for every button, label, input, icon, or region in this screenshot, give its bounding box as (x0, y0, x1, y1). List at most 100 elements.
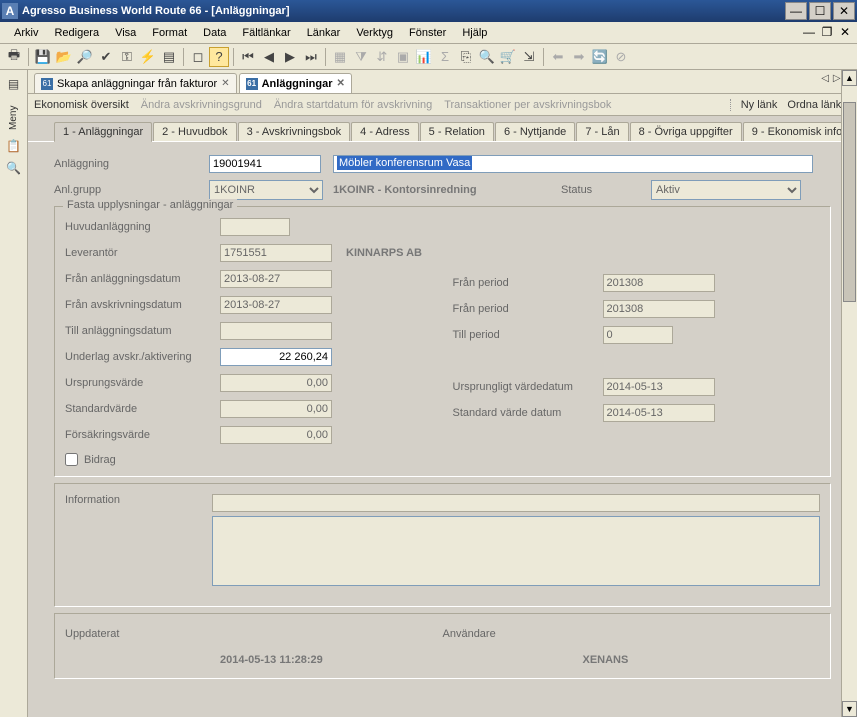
print-icon[interactable]: 🖶 (4, 47, 24, 67)
tab-left-icon[interactable]: ◁ (821, 73, 829, 84)
status-select[interactable]: Aktiv (651, 180, 801, 200)
next-icon[interactable]: ▶ (280, 47, 300, 67)
standard-input[interactable] (220, 400, 332, 418)
tab-huvudbok[interactable]: 2 - Huvudbok (153, 122, 236, 141)
check-icon[interactable]: ✔ (96, 47, 116, 67)
leverantor-input[interactable] (220, 244, 332, 262)
link-ny-lank[interactable]: Ny länk (741, 99, 778, 111)
menu-redigera[interactable]: Redigera (46, 24, 107, 42)
tab-nyttjande[interactable]: 6 - Nyttjande (495, 122, 575, 141)
child-restore-button[interactable]: ❐ (819, 24, 835, 40)
fran-avskr-label: Från avskrivningsdatum (65, 299, 220, 311)
dock-search-icon[interactable]: 🔍 (4, 158, 24, 178)
menu-format[interactable]: Format (144, 24, 195, 42)
cart-icon[interactable]: 🛒 (498, 47, 518, 67)
stop-icon[interactable]: ⊘ (611, 47, 631, 67)
menu-arkiv[interactable]: Arkiv (6, 24, 46, 42)
prev-icon[interactable]: ◀ (259, 47, 279, 67)
menu-hjalp[interactable]: Hjälp (454, 24, 495, 42)
sort-icon[interactable]: ⇵ (372, 47, 392, 67)
tab-lan[interactable]: 7 - Lån (576, 122, 628, 141)
fran-avskr-input[interactable] (220, 296, 332, 314)
vertical-scrollbar[interactable]: ▲ ▼ (841, 116, 857, 717)
fran-period1-input[interactable] (603, 274, 715, 292)
menu-visa[interactable]: Visa (107, 24, 144, 42)
anlaggning-input[interactable] (209, 155, 321, 173)
close-icon[interactable]: ✕ (337, 78, 345, 89)
fran-anl-input[interactable] (220, 270, 332, 288)
chart-icon[interactable]: 📊 (414, 47, 434, 67)
tab-relation[interactable]: 5 - Relation (420, 122, 494, 141)
doc-tab-icon: 61 (41, 78, 53, 90)
open-icon[interactable]: 📂 (54, 47, 74, 67)
anlgrupp-select[interactable]: 1KOINR (209, 180, 323, 200)
fields-icon[interactable]: ▤ (159, 47, 179, 67)
links-bar: Ekonomisk översikt Ändra avskrivningsgru… (28, 94, 857, 116)
huvudanlaggning-input[interactable] (220, 218, 290, 236)
link-ekonomisk[interactable]: Ekonomisk översikt (34, 99, 129, 111)
close-icon[interactable]: ✕ (221, 78, 229, 89)
zoom-icon[interactable]: 🔍 (477, 47, 497, 67)
first-icon[interactable]: ⏮ (238, 47, 258, 67)
export-icon[interactable]: ▣ (393, 47, 413, 67)
new-window-icon[interactable]: ◻ (188, 47, 208, 67)
ursprung-datum-input[interactable] (603, 378, 715, 396)
close-button[interactable]: ✕ (833, 2, 855, 20)
information-label: Information (65, 494, 212, 506)
dock-clipboard-icon[interactable]: 📋 (4, 136, 24, 156)
maximize-button[interactable]: ☐ (809, 2, 831, 20)
sum-icon[interactable]: Σ (435, 47, 455, 67)
last-icon[interactable]: ⏭ (301, 47, 321, 67)
anlaggning-desc[interactable]: Möbler konferensrum Vasa (337, 156, 472, 170)
tab-adress[interactable]: 4 - Adress (351, 122, 419, 141)
menu-faltlankar[interactable]: Fältlänkar (234, 24, 298, 42)
doc-tab-skapa[interactable]: 61 Skapa anläggningar från fakturor ✕ (34, 73, 237, 93)
tab-anlaggningar[interactable]: 1 - Anläggningar (54, 122, 152, 142)
child-minimize-button[interactable]: — (801, 24, 817, 40)
menu-verktyg[interactable]: Verktyg (348, 24, 401, 42)
save-icon[interactable]: 💾 (33, 47, 53, 67)
link-andra-start[interactable]: Ändra startdatum för avskrivning (274, 99, 432, 111)
group-title: Fasta upplysningar - anläggningar (63, 199, 237, 211)
ursprung-input[interactable] (220, 374, 332, 392)
bidrag-checkbox[interactable] (65, 453, 78, 466)
link-transaktioner[interactable]: Transaktioner per avskrivningsbok (444, 99, 611, 111)
filter-icon[interactable]: ⧩ (351, 47, 371, 67)
link-andra-grund[interactable]: Ändra avskrivningsgrund (141, 99, 262, 111)
ursprung-label: Ursprungsvärde (65, 377, 220, 389)
document-tabs: 61 Skapa anläggningar från fakturor ✕ 61… (28, 70, 857, 94)
tab-right-icon[interactable]: ▷ (833, 73, 841, 84)
key-icon[interactable]: ⚿ (117, 47, 137, 67)
till-anl-input[interactable] (220, 322, 332, 340)
information-input[interactable] (212, 494, 820, 512)
toolbar: 🖶 💾 📂 🔎 ✔ ⚿ ⚡ ▤ ◻ ? ⏮ ◀ ▶ ⏭ ▦ ⧩ ⇵ ▣ 📊 Σ … (0, 44, 857, 70)
till-period-input[interactable] (603, 326, 673, 344)
export2-icon[interactable]: ⇲ (519, 47, 539, 67)
child-close-button[interactable]: ✕ (837, 24, 853, 40)
menu-lankar[interactable]: Länkar (299, 24, 349, 42)
scroll-thumb[interactable] (843, 116, 856, 302)
back-nav-icon[interactable]: ⬅ (548, 47, 568, 67)
help-icon[interactable]: ? (209, 47, 229, 67)
tab-ekonomisk[interactable]: 9 - Ekonomisk info (743, 122, 851, 141)
menu-data[interactable]: Data (195, 24, 234, 42)
table-icon[interactable]: ▦ (330, 47, 350, 67)
scroll-down-icon[interactable]: ▼ (842, 701, 857, 717)
doc-tab-anlaggningar[interactable]: 61 Anläggningar ✕ (239, 73, 352, 93)
tab-ovriga[interactable]: 8 - Övriga uppgifter (630, 122, 742, 141)
minimize-button[interactable]: — (785, 2, 807, 20)
binocular-icon[interactable]: 🔎 (75, 47, 95, 67)
menu-fonster[interactable]: Fönster (401, 24, 454, 42)
copy-icon[interactable]: ⎘ (456, 47, 476, 67)
dock-menu-icon[interactable]: ▤ (4, 74, 24, 94)
tab-avskrivningsbok[interactable]: 3 - Avskrivningsbok (238, 122, 351, 141)
menubar: Arkiv Redigera Visa Format Data Fältlänk… (0, 22, 857, 44)
fwd-nav-icon[interactable]: ➡ (569, 47, 589, 67)
wand-icon[interactable]: ⚡ (138, 47, 158, 67)
standard-datum-input[interactable] (603, 404, 715, 422)
information-textarea[interactable] (212, 516, 820, 586)
refresh-icon[interactable]: 🔄 (590, 47, 610, 67)
underlag-input[interactable] (220, 348, 332, 366)
forsakr-input[interactable] (220, 426, 332, 444)
fran-period2-input[interactable] (603, 300, 715, 318)
